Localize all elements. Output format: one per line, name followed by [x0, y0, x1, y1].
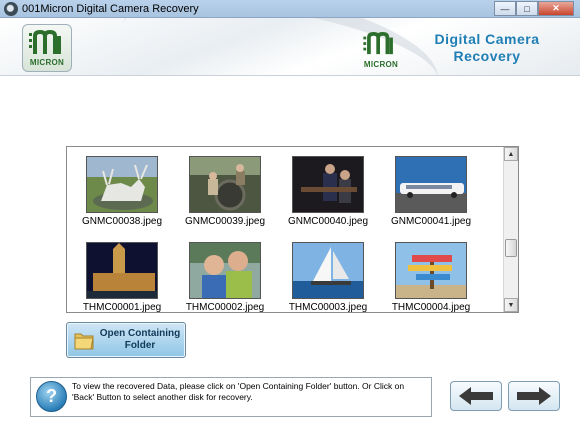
thumbnail-item[interactable]: GNMC00040.jpeg — [278, 151, 378, 231]
thumbnail-item[interactable]: THMC00001.jpeg — [72, 237, 172, 317]
micron-logo: MICRON — [22, 24, 72, 72]
two-boys-photo-icon — [189, 242, 261, 299]
open-folder-label-line2: Folder — [124, 340, 156, 351]
arrow-right-icon — [517, 387, 551, 405]
thumbnail-item[interactable]: THMC00002.jpeg — [175, 237, 275, 317]
folder-icon — [74, 333, 94, 350]
signpost-photo-icon — [395, 242, 467, 299]
micron-logo-mark-icon — [29, 30, 61, 54]
thumbnail-filename: GNMC00040.jpeg — [287, 216, 369, 227]
help-question-icon: ? — [36, 381, 67, 412]
brand-logo: MICRON — [358, 32, 404, 75]
arrow-left-icon — [459, 387, 493, 405]
thumbnail-filename: GNMC00038.jpeg — [81, 216, 163, 227]
logo-wordmark: MICRON — [363, 60, 399, 69]
thumbnail-item[interactable]: GNMC00039.jpeg — [175, 151, 275, 231]
window-controls: — □ ✕ — [494, 1, 574, 16]
title-bar: 001Micron Digital Camera Recovery — □ ✕ — [0, 0, 580, 18]
people-indoors-photo-icon — [292, 156, 364, 213]
micron-logo-mark-icon — [363, 32, 393, 55]
product-title: Digital Camera Recovery — [412, 31, 562, 65]
thumbnail-filename: THMC00003.jpeg — [288, 302, 368, 313]
limousine-photo-icon — [395, 156, 467, 213]
scroll-down-arrow-icon[interactable]: ▼ — [504, 298, 518, 312]
window-title: 001Micron Digital Camera Recovery — [22, 3, 199, 15]
thumbnail-item[interactable]: GNMC00041.jpeg — [381, 151, 481, 231]
product-title-line1: Digital Camera — [434, 31, 540, 47]
thumbnail-grid: GNMC00038.jpeg GNMC00039.jpeg GNMC00040.… — [67, 147, 504, 313]
thumbnail-filename: THMC00001.jpeg — [82, 302, 162, 313]
open-folder-label: Open Containing Folder — [95, 328, 185, 352]
recovered-files-panel: GNMC00038.jpeg GNMC00039.jpeg GNMC00040.… — [66, 146, 519, 313]
open-folder-label-line1: Open Containing — [99, 328, 181, 339]
header-banner: MICRON MICRON Digital Camera Recovery — [0, 18, 580, 76]
next-button[interactable] — [508, 381, 560, 411]
soldiers-on-cannon-photo-icon — [189, 156, 261, 213]
product-title-line2: Recovery — [453, 48, 521, 64]
thumbnail-filename: GNMC00039.jpeg — [184, 216, 266, 227]
thumbnail-item[interactable]: THMC00004.jpeg — [381, 237, 481, 317]
thumbnail-item[interactable]: GNMC00038.jpeg — [72, 151, 172, 231]
open-containing-folder-button[interactable]: Open Containing Folder — [66, 322, 186, 358]
help-text: To view the recovered Data, please click… — [72, 381, 405, 402]
thumbnail-filename: THMC00002.jpeg — [185, 302, 265, 313]
close-button[interactable]: ✕ — [538, 1, 574, 16]
back-button[interactable] — [450, 381, 502, 411]
deer-sculpture-photo-icon — [86, 156, 158, 213]
minimize-button[interactable]: — — [494, 1, 516, 16]
vertical-scrollbar[interactable]: ▲ ▼ — [503, 147, 518, 312]
scroll-up-arrow-icon[interactable]: ▲ — [504, 147, 518, 161]
building-at-night-photo-icon — [86, 242, 158, 299]
thumbnail-filename: GNMC00041.jpeg — [390, 216, 472, 227]
maximize-button[interactable]: □ — [516, 1, 538, 16]
logo-wordmark: MICRON — [29, 58, 65, 67]
help-info-box: ? To view the recovered Data, please cli… — [30, 377, 432, 417]
sailboat-photo-icon — [292, 242, 364, 299]
thumbnail-item[interactable]: THMC00003.jpeg — [278, 237, 378, 317]
camera-lens-icon — [4, 2, 18, 16]
thumbnail-filename: THMC00004.jpeg — [391, 302, 471, 313]
scrollbar-thumb[interactable] — [505, 239, 517, 257]
